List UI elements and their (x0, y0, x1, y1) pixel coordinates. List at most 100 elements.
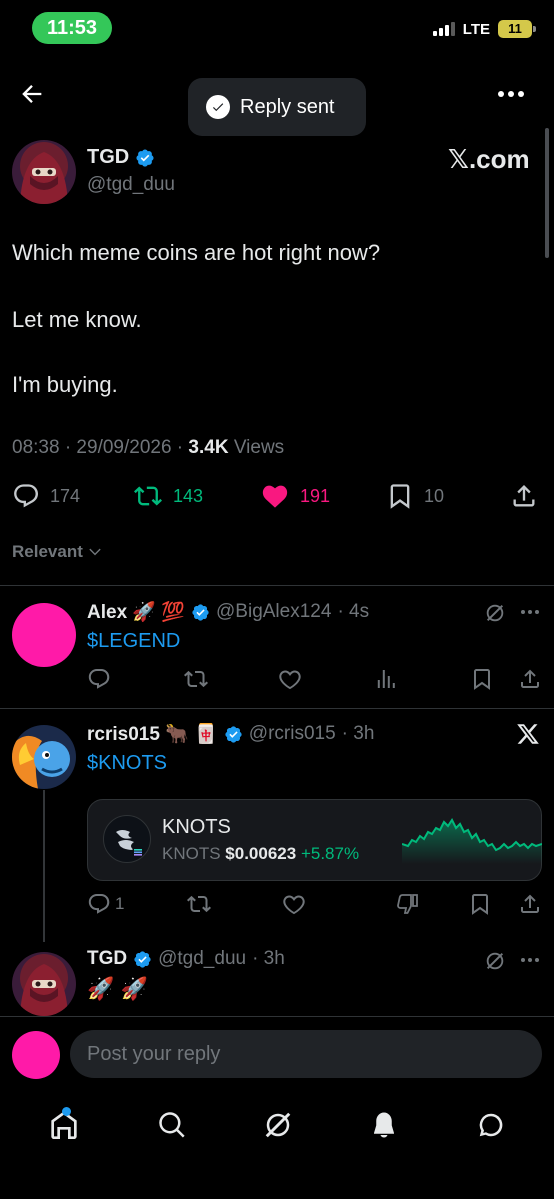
share-button[interactable] (510, 482, 538, 510)
repost-action[interactable] (183, 667, 209, 691)
search-icon (158, 1112, 185, 1138)
reply-text: 🚀 🚀 (87, 976, 148, 1001)
network-label: LTE (462, 20, 490, 38)
battery-icon: 11 (498, 20, 536, 38)
grok-icon (486, 604, 504, 622)
reply-author-name[interactable]: Alex 🚀 💯 (87, 600, 185, 624)
reply-count: 1 (115, 894, 125, 913)
share-button[interactable] (518, 892, 542, 916)
nav-notifications[interactable] (369, 1110, 399, 1140)
views-action[interactable] (374, 667, 398, 691)
grok-button[interactable] (484, 950, 506, 972)
repost-icon (187, 895, 211, 913)
reply-more-button[interactable] (520, 957, 540, 963)
verified-badge-icon (136, 148, 154, 167)
author-name[interactable]: TGD (87, 146, 129, 169)
avatar[interactable] (12, 603, 76, 667)
reply-time: · 4s (337, 601, 370, 622)
like-action[interactable] (282, 892, 306, 916)
tweet-line-3: I'm buying. (12, 372, 118, 397)
x-com-watermark: 𝕏.com (448, 144, 530, 174)
heart-icon (283, 895, 305, 915)
grok-button[interactable] (484, 602, 506, 624)
signal-icon (432, 22, 455, 36)
verified-badge-icon (134, 950, 151, 968)
avatar[interactable] (12, 725, 76, 789)
reply-more-button[interactable] (520, 609, 540, 615)
reply-header: Alex 🚀 💯 @BigAlex124 · 4s (87, 600, 369, 624)
reply-action[interactable] (87, 667, 111, 691)
heart-filled-icon (262, 485, 288, 508)
more-dots-icon (521, 610, 539, 614)
reply-handle[interactable]: @rcris015 (249, 723, 336, 745)
reply-author-name[interactable]: rcris015 🐂 🀄 (87, 722, 218, 746)
chat-bubble-icon (479, 1113, 503, 1137)
reply-time: · 3h (341, 723, 375, 744)
repost-icon (184, 670, 208, 688)
share-icon (521, 894, 539, 913)
tweet-timestamp[interactable]: 08:38 · 29/09/2026 · (12, 437, 188, 458)
bookmark-action[interactable] (468, 892, 492, 916)
token-ticker: KNOTS (162, 844, 221, 863)
reply-action[interactable]: 1 (87, 892, 124, 916)
views-count: 3.4K (188, 437, 229, 458)
more-options-button[interactable] (497, 88, 525, 100)
bookmark-icon (472, 894, 488, 915)
reply-icon (88, 669, 110, 689)
share-button[interactable] (518, 667, 542, 691)
thumbs-down-icon (397, 894, 418, 914)
check-circle-icon (206, 95, 230, 119)
bell-icon (374, 1112, 395, 1138)
nav-messages[interactable] (476, 1110, 506, 1140)
reply-handle[interactable]: @BigAlex124 (216, 601, 331, 623)
avatar[interactable] (12, 1031, 60, 1079)
bookmark-icon (390, 484, 410, 509)
bookmark-action[interactable]: 10 (386, 482, 444, 510)
status-time: 11:53 (32, 12, 112, 44)
avatar[interactable] (12, 140, 76, 204)
sort-dropdown[interactable]: Relevant (12, 542, 103, 562)
share-icon (521, 669, 539, 688)
repost-action[interactable]: 143 (133, 482, 203, 510)
bookmark-action[interactable] (470, 667, 494, 691)
downvote-action[interactable] (396, 892, 420, 916)
reply-text-cashtag[interactable]: $LEGEND (87, 630, 180, 653)
divider (0, 585, 554, 586)
reply-icon (14, 484, 39, 508)
like-action[interactable] (278, 667, 302, 691)
heart-icon (279, 670, 301, 690)
token-change: +5.87% (300, 844, 360, 863)
reply-text-cashtag[interactable]: $KNOTS (87, 752, 167, 775)
reply-author-name[interactable]: TGD (87, 948, 127, 970)
x-logo-icon (516, 722, 540, 746)
bookmark-icon (474, 669, 490, 690)
token-sparkline (402, 818, 542, 864)
repost-action[interactable] (186, 892, 212, 916)
reply-input[interactable]: Post your reply (70, 1030, 542, 1078)
avatar[interactable] (12, 952, 76, 1016)
nav-search[interactable] (157, 1110, 187, 1140)
scrollbar[interactable] (545, 128, 549, 258)
reply-count: 174 (50, 485, 81, 506)
grok-icon (486, 952, 504, 970)
toast-text: Reply sent (240, 95, 335, 118)
reply-action[interactable]: 174 (12, 482, 80, 510)
thread-connector (43, 790, 45, 942)
token-card[interactable]: KNOTS KNOTS $0.00623 +5.87% (87, 799, 542, 881)
toast-reply-sent: Reply sent (188, 78, 366, 136)
back-button[interactable] (18, 80, 46, 108)
reply-handle[interactable]: @tgd_duu (158, 948, 246, 970)
author-name-row[interactable]: TGD (87, 146, 155, 169)
nav-grok[interactable] (263, 1110, 293, 1140)
bottom-nav (0, 1090, 554, 1160)
grok-icon (265, 1112, 291, 1138)
more-dots-icon (521, 958, 539, 962)
views-label: Views (228, 437, 285, 458)
nav-home[interactable] (48, 1107, 80, 1141)
author-handle[interactable]: @tgd_duu (87, 174, 175, 196)
tweet-meta: 08:38 · 29/09/2026 · 3.4K Views (12, 437, 284, 459)
like-action[interactable]: 191 (260, 482, 330, 510)
reply-icon (88, 894, 110, 914)
reply-header: rcris015 🐂 🀄 @rcris015 · 3h (87, 722, 374, 746)
repost-icon (134, 486, 162, 506)
